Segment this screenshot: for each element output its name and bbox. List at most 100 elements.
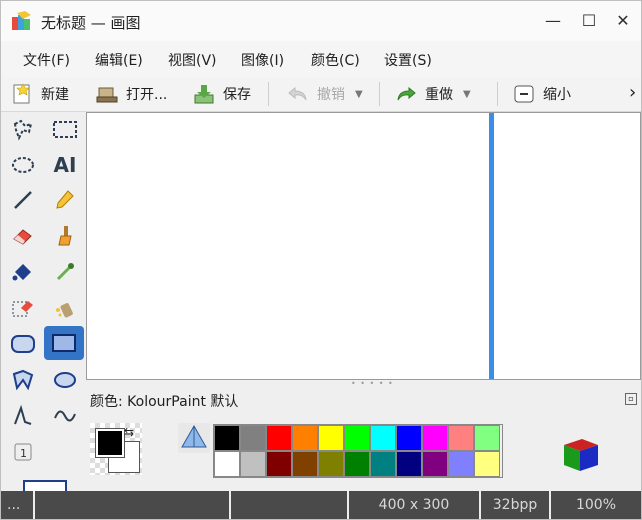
tool-rounded-rect[interactable] (5, 328, 41, 360)
tool-polygon[interactable] (5, 364, 41, 396)
menu-file[interactable]: 文件(F) (23, 50, 70, 70)
foreground-color-swatch[interactable] (95, 428, 125, 458)
tool-rectangle[interactable] (44, 326, 84, 360)
palette-swatch[interactable] (240, 451, 266, 477)
tool-text[interactable]: AI (47, 149, 83, 181)
tool-ellipse[interactable] (47, 364, 83, 396)
palette-swatch[interactable] (474, 425, 500, 451)
tool-line[interactable] (5, 184, 41, 216)
tool-color-eraser[interactable] (5, 292, 41, 324)
menu-edit[interactable]: 编辑(E) (95, 50, 143, 70)
polyline-icon (14, 404, 32, 425)
palette-swatch[interactable] (292, 451, 318, 477)
tool-brush[interactable] (47, 220, 83, 252)
window-title: 无标题 — 画图 (41, 14, 141, 32)
palette-swatch[interactable] (214, 451, 240, 477)
palette-swatch[interactable] (396, 451, 422, 477)
color-picker-icon (56, 263, 74, 281)
redo-icon (397, 86, 416, 101)
menu-colors[interactable]: 颜色(C) (311, 50, 360, 70)
tool-flood-fill[interactable] (5, 256, 41, 288)
tool-free-selection[interactable] (5, 114, 41, 146)
tool-rect-selection[interactable] (47, 114, 83, 146)
palette-swatch[interactable] (422, 425, 448, 451)
palette-swatch[interactable] (422, 451, 448, 477)
tool-eraser[interactable] (5, 220, 41, 252)
save-button[interactable]: 保存 (193, 79, 251, 109)
zoom-out-icon (514, 85, 534, 103)
title-bar[interactable]: 无标题 — 画图 — ☐ ✕ (1, 1, 641, 41)
undo-dropdown-icon[interactable]: ▼ (355, 89, 363, 100)
palette-swatch[interactable] (266, 425, 292, 451)
toolbar-separator (379, 82, 380, 106)
curve-icon (54, 410, 76, 422)
undo-icon (288, 86, 307, 101)
flood-fill-icon (12, 264, 31, 281)
color-cube-icon[interactable] (560, 433, 600, 473)
swap-colors-icon[interactable]: ⇆ (124, 425, 134, 439)
drawing-canvas[interactable] (86, 112, 641, 380)
close-icon: ✕ (616, 11, 630, 30)
palette-swatch[interactable] (318, 425, 344, 451)
tool-color-picker[interactable] (47, 256, 83, 288)
redo-button[interactable]: 重做 ▼ (395, 79, 471, 109)
tool-pen[interactable] (47, 184, 83, 216)
undo-label: 撤销 (317, 87, 345, 103)
kolourpaint-logo-icon (12, 11, 31, 30)
color-panel: 颜色: KolourPaint 默认 ▫ ⇆ (86, 383, 641, 491)
toolbar-overflow-icon[interactable]: › (629, 82, 636, 103)
status-image-size: 400 x 300 (349, 491, 481, 519)
close-button[interactable]: ✕ (609, 9, 637, 33)
palette-swatch[interactable] (370, 451, 396, 477)
palette-swatch[interactable] (266, 451, 292, 477)
zoom-out-label: 缩小 (543, 87, 571, 103)
status-cell-empty-1 (35, 491, 231, 519)
minimize-button[interactable]: — (539, 9, 567, 33)
ellipse-icon (54, 372, 76, 388)
undo-button[interactable]: 撤销 ▼ (287, 79, 363, 109)
main-toolbar: 新建 打开... 保存 撤销 ▼ 重做 ▼ 缩小 › (1, 77, 641, 112)
minimize-icon: — (545, 11, 561, 30)
toolbar-separator (268, 82, 269, 106)
palette-swatch[interactable] (292, 425, 318, 451)
new-button[interactable]: 新建 (11, 79, 69, 109)
palette-swatch[interactable] (344, 425, 370, 451)
tool-curve[interactable] (47, 400, 83, 432)
fg-bg-color-box[interactable]: ⇆ (90, 423, 142, 475)
save-icon (194, 85, 214, 104)
menu-bar: 文件(F) 编辑(E) 视图(V) 图像(I) 颜色(C) 设置(S) (1, 41, 641, 77)
menu-view[interactable]: 视图(V) (168, 50, 217, 70)
palette-swatch[interactable] (240, 425, 266, 451)
line-icon (14, 191, 32, 209)
palette-swatch[interactable] (344, 451, 370, 477)
transparent-color-icon[interactable] (178, 423, 210, 453)
status-message: ... (1, 491, 35, 519)
polygon-icon (12, 369, 34, 391)
palette-swatch[interactable] (370, 425, 396, 451)
brush-icon (58, 226, 72, 246)
status-color-depth: 32bpp (481, 491, 551, 519)
zoom-out-button[interactable]: 缩小 (513, 79, 571, 109)
tool-option-icon: 1 (14, 443, 32, 461)
tool-spraycan[interactable] (47, 292, 83, 324)
tool-option[interactable]: 1 (5, 436, 41, 468)
palette-swatch[interactable] (214, 425, 240, 451)
eraser-icon (13, 229, 32, 245)
redo-dropdown-icon[interactable]: ▼ (463, 89, 471, 100)
tool-polyline[interactable] (5, 400, 41, 432)
open-button[interactable]: 打开... (96, 79, 167, 109)
new-file-icon (13, 83, 30, 104)
tool-ellipse-selection[interactable] (5, 149, 41, 181)
panel-float-button[interactable]: ▫ (625, 393, 637, 405)
menu-image[interactable]: 图像(I) (241, 50, 284, 70)
palette-swatch[interactable] (474, 451, 500, 477)
app-window: 无标题 — 画图 — ☐ ✕ 文件(F) 编辑(E) 视图(V) 图像(I) 颜… (0, 0, 642, 520)
palette-swatch[interactable] (448, 451, 474, 477)
maximize-button[interactable]: ☐ (575, 9, 603, 33)
palette-swatch[interactable] (396, 425, 422, 451)
canvas-resize-handle[interactable] (489, 113, 494, 379)
palette-swatch[interactable] (448, 425, 474, 451)
menu-settings[interactable]: 设置(S) (384, 50, 432, 70)
text-icon: AI (53, 153, 77, 177)
palette-swatch[interactable] (318, 451, 344, 477)
